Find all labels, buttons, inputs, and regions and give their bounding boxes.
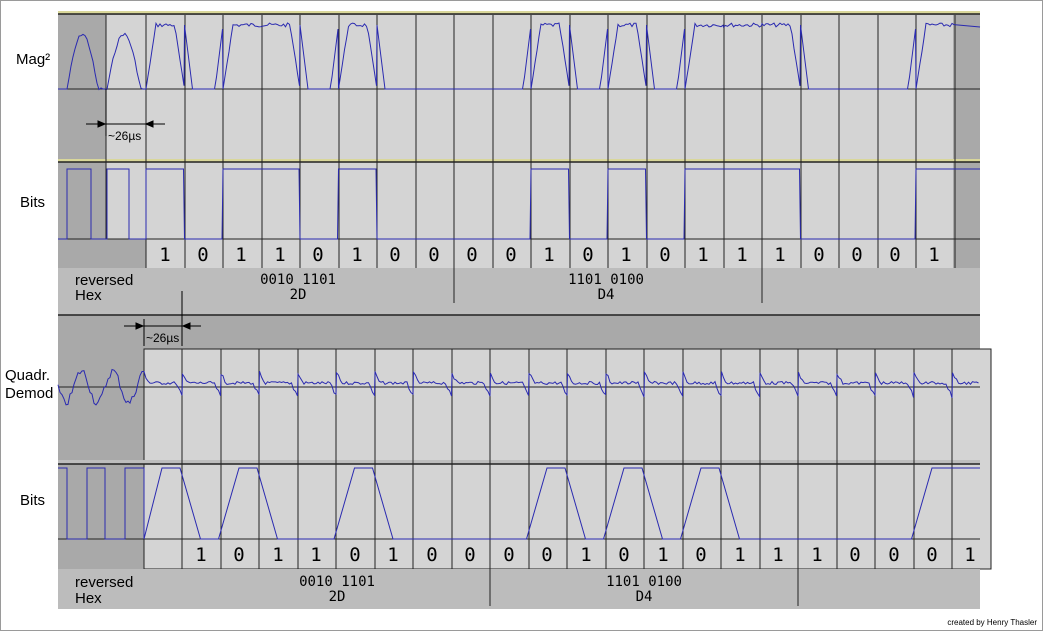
- bottom-decode-label-hex: Hex: [75, 590, 102, 607]
- top-signal-label: Mag²: [16, 51, 50, 68]
- bottom-bit-value: 1: [272, 544, 283, 566]
- bottom-panel: ~26µs Quadr. Demod Bits reversed Hex 001…: [5, 291, 992, 609]
- top-bit-value: 1: [159, 244, 170, 266]
- timing-diagram: ~26µs Mag² Bits reversed Hex 0010 1101 2…: [5, 11, 1037, 627]
- top-bit-value: 0: [389, 244, 400, 266]
- top-bit-value: 1: [274, 244, 285, 266]
- bottom-byte-1-hex: 2D: [329, 589, 346, 605]
- bottom-bit-value: 0: [888, 544, 899, 566]
- bottom-bit-value: 0: [233, 544, 244, 566]
- top-bit-value: 1: [928, 244, 939, 266]
- top-bit-value: 0: [659, 244, 670, 266]
- bottom-bit-value: 0: [849, 544, 860, 566]
- bottom-bits-label: Bits: [20, 492, 45, 509]
- top-decode-label-hex: Hex: [75, 287, 102, 304]
- bottom-bit-value: 1: [310, 544, 321, 566]
- bottom-bit-value: 0: [618, 544, 629, 566]
- top-bit-value: 0: [851, 244, 862, 266]
- top-bit-value: 1: [697, 244, 708, 266]
- bottom-bit-value: 1: [772, 544, 783, 566]
- bottom-byte-2-binary: 1101 0100: [606, 574, 682, 590]
- top-bit-value: 1: [736, 244, 747, 266]
- bottom-bit-value: 0: [464, 544, 475, 566]
- top-bit-value: 0: [813, 244, 824, 266]
- top-bit-values: 1 0 1 1 0 1 0 0 0 0 1 0 1 0 1 1 1 0 0 0 …: [159, 244, 939, 266]
- top-bit-value: 1: [543, 244, 554, 266]
- top-bit-value: 0: [889, 244, 900, 266]
- top-bit-value: 1: [235, 244, 246, 266]
- bottom-bit-value: 1: [657, 544, 668, 566]
- top-byte-2-binary: 1101 0100: [568, 272, 644, 288]
- top-panel: ~26µs Mag² Bits reversed Hex 0010 1101 2…: [16, 11, 981, 311]
- bottom-byte-2-hex: D4: [636, 589, 653, 605]
- bottom-signal-label-quadr: Quadr.: [5, 367, 50, 384]
- top-decode-row: [58, 268, 980, 311]
- top-bit-value: 1: [351, 244, 362, 266]
- bottom-decode-label-reversed: reversed: [75, 574, 133, 591]
- top-bit-value: 1: [620, 244, 631, 266]
- bottom-bit-value: 0: [503, 544, 514, 566]
- top-bit-value: 0: [582, 244, 593, 266]
- bottom-bit-value: 1: [195, 544, 206, 566]
- bottom-interval-annotation: ~26µs: [146, 331, 179, 345]
- top-byte-2-hex: D4: [598, 287, 615, 303]
- bottom-bit-value: 0: [695, 544, 706, 566]
- top-bit-value: 0: [197, 244, 208, 266]
- top-bits-label: Bits: [20, 194, 45, 211]
- top-bit-value: 1: [774, 244, 785, 266]
- bottom-bit-values: 1 0 1 1 0 1 0 0 0 0 1 0 1 0 1 1 1 0 0 0 …: [195, 544, 975, 566]
- figure-frame: ~26µs Mag² Bits reversed Hex 0010 1101 2…: [0, 0, 1043, 631]
- top-bit-value: 0: [466, 244, 477, 266]
- credit-text: created by Henry Thasler: [947, 618, 1037, 627]
- bottom-bit-value: 0: [349, 544, 360, 566]
- bottom-bit-value: 1: [580, 544, 591, 566]
- bottom-signal-label-demod: Demod: [5, 385, 53, 402]
- top-interval-annotation: ~26µs: [108, 129, 141, 143]
- top-bit-value: 0: [428, 244, 439, 266]
- bottom-bit-value: 1: [811, 544, 822, 566]
- top-byte-1-binary: 0010 1101: [260, 272, 336, 288]
- bottom-bit-value: 1: [734, 544, 745, 566]
- top-byte-1-hex: 2D: [290, 287, 307, 303]
- bottom-bit-value: 0: [926, 544, 937, 566]
- bottom-decode-row: [58, 569, 980, 609]
- bottom-bit-value: 0: [426, 544, 437, 566]
- top-bit-area: [106, 15, 953, 239]
- top-bit-value: 0: [312, 244, 323, 266]
- top-bit-value: 0: [505, 244, 516, 266]
- bottom-byte-1-binary: 0010 1101: [299, 574, 375, 590]
- bottom-bit-value: 1: [387, 544, 398, 566]
- bottom-bit-value: 0: [541, 544, 552, 566]
- bottom-bit-value: 1: [964, 544, 975, 566]
